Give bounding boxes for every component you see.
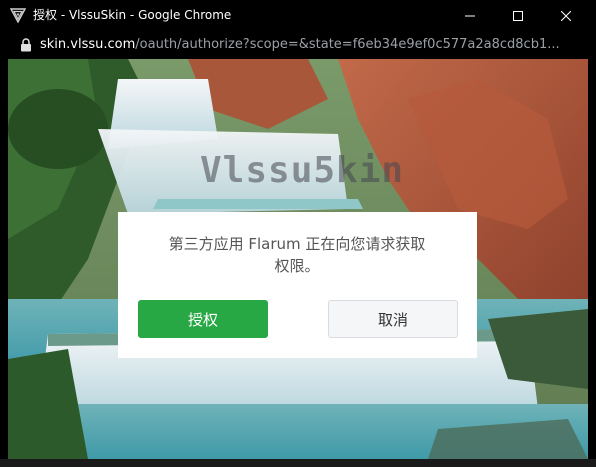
address-bar[interactable]: skin.vlssu.com/oauth/authorize?scope=&st… [0,31,596,59]
maximize-icon [513,10,523,21]
window-title: 授权 - VlssuSkin - Google Chrome [33,8,232,22]
close-button[interactable] [543,0,589,31]
authorize-button[interactable]: 授权 [138,300,268,338]
dialog-message: 第三方应用 Flarum 正在向您请求获取 权限。 [150,233,444,277]
browser-window: 授权 - VlssuSkin - Google Chrome skin.vlss… [0,0,596,467]
close-icon [561,10,571,21]
authorize-dialog: 第三方应用 Flarum 正在向您请求获取 权限。 授权 取消 [118,212,477,358]
title-bar: 授权 - VlssuSkin - Google Chrome [0,0,596,31]
minimize-button[interactable] [447,0,493,31]
dialog-message-line2: 权限。 [274,257,320,275]
maximize-button[interactable] [495,0,541,31]
url-path: /oauth/authorize?scope=&state=f6eb34e9ef… [135,37,560,52]
dialog-message-line1: 第三方应用 Flarum 正在向您请求获取 [168,235,426,253]
page-content: Vlssu5kin 第三方应用 Flarum 正在向您请求获取 权限。 授权 取… [8,59,588,459]
url-text[interactable]: skin.vlssu.com/oauth/authorize?scope=&st… [40,37,580,53]
site-watermark-logo: Vlssu5kin [200,150,405,191]
cancel-button[interactable]: 取消 [328,300,458,338]
lock-icon[interactable] [20,38,32,52]
url-host: skin.vlssu.com [40,37,136,52]
window-bottom-edge [0,459,596,467]
app-logo-icon [10,8,26,23]
minimize-icon [465,15,475,16]
